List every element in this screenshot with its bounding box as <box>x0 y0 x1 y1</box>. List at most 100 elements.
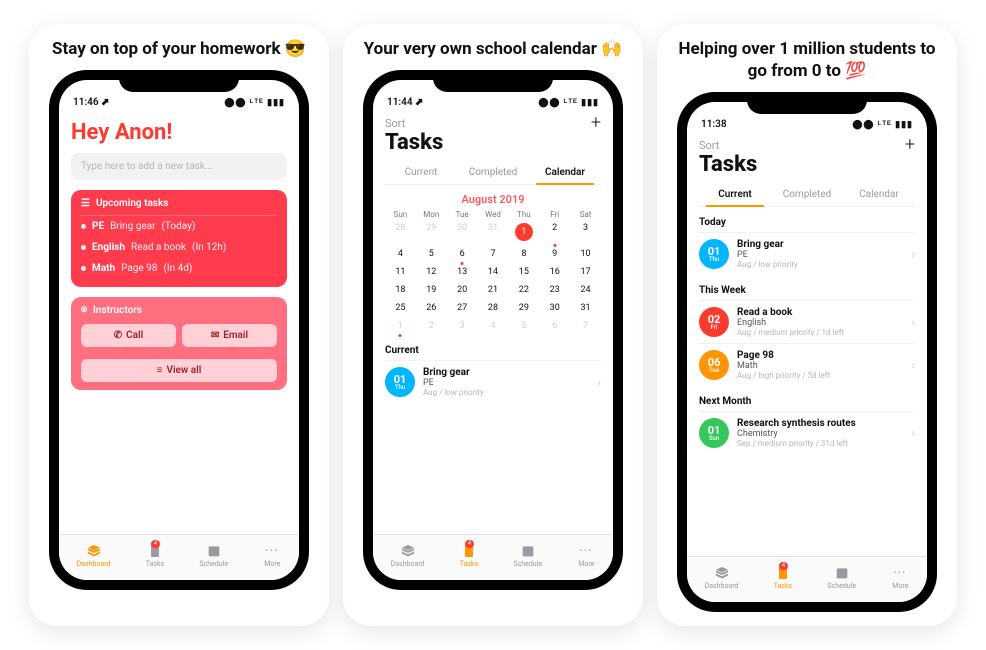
task-row[interactable]: 01SunResearch synthesis routesChemistryS… <box>699 411 915 454</box>
calendar-day[interactable]: 31 <box>570 299 601 317</box>
tab-dashboard[interactable]: Dashboard <box>391 543 425 568</box>
tab-more[interactable]: ••• More <box>577 543 595 568</box>
task-row[interactable]: 02FriRead a bookEnglishAug / medium prio… <box>699 300 915 343</box>
calendar-day[interactable]: 9 <box>539 245 570 263</box>
calendar-day[interactable]: 6 <box>447 245 478 263</box>
subtab-completed[interactable]: Completed <box>771 183 843 206</box>
calendar-day[interactable]: 3 <box>570 219 601 245</box>
headline: Helping over 1 million students to go fr… <box>657 24 957 88</box>
calendar-day[interactable]: 26 <box>416 299 447 317</box>
calendar-day[interactable]: 18 <box>385 281 416 299</box>
tab-tasks[interactable]: 4 Tasks <box>774 565 792 590</box>
calendar-day[interactable]: 29 <box>508 299 539 317</box>
tab-tasks[interactable]: 4 Tasks <box>146 543 164 568</box>
task-text: Read a book <box>131 242 186 253</box>
add-button[interactable]: + <box>591 116 601 130</box>
calendar-day[interactable]: 5 <box>416 245 447 263</box>
calendar-day[interactable]: 24 <box>570 281 601 299</box>
calendar-day[interactable]: 20 <box>447 281 478 299</box>
instructors-panel: ⍟ Instructors ✆ Call ✉ Email <box>71 297 287 390</box>
tab-label: Schedule <box>513 560 542 568</box>
dow-label: Sat <box>570 210 601 219</box>
subtab-current[interactable]: Current <box>699 183 771 206</box>
tab-schedule[interactable]: Schedule <box>827 565 856 590</box>
status-time: 11:38 <box>701 119 727 130</box>
upcoming-task[interactable]: English Read a book (In 12h) <box>81 237 277 258</box>
add-button[interactable]: + <box>905 138 915 152</box>
bullet-icon <box>81 224 86 229</box>
calendar-day[interactable]: 28 <box>385 219 416 245</box>
tab-schedule[interactable]: Schedule <box>513 543 542 568</box>
calendar-day[interactable]: 17 <box>570 263 601 281</box>
calendar-day[interactable]: 10 <box>570 245 601 263</box>
subtab-calendar[interactable]: Calendar <box>843 183 915 206</box>
subtab-current[interactable]: Current <box>385 161 457 184</box>
sort-button[interactable]: Sort <box>385 117 405 130</box>
calendar-day[interactable]: 28 <box>478 299 509 317</box>
status-signal: ⬤⬤ ᴸᵀᴱ ▮▮▮ <box>852 119 913 130</box>
calendar-day[interactable]: 12 <box>416 263 447 281</box>
tab-tasks[interactable]: 4 Tasks <box>460 543 478 568</box>
calendar-grid[interactable]: 2829303112345678910111213141516171819202… <box>385 219 601 335</box>
upcoming-task[interactable]: Math Page 98 (In 4d) <box>81 258 277 279</box>
tab-more[interactable]: ••• More <box>263 543 281 568</box>
phone-frame: 11:38 ⬤⬤ ᴸᵀᴱ ▮▮▮ Sort + Tasks Current Co… <box>677 92 937 612</box>
dow-label: Sun <box>385 210 416 219</box>
calendar-day[interactable]: 31 <box>478 219 509 245</box>
badge: 4 <box>465 540 474 548</box>
calendar-day[interactable]: 1 <box>508 219 539 245</box>
section-label: Next Month <box>699 396 915 407</box>
calendar-day[interactable]: 30 <box>539 299 570 317</box>
upcoming-task[interactable]: PE Bring gear (Today) <box>81 216 277 237</box>
tab-dashboard[interactable]: Dashboard <box>705 565 739 590</box>
calendar-day[interactable]: 5 <box>508 317 539 335</box>
calendar-day[interactable]: 7 <box>478 245 509 263</box>
greeting: Hey Anon! <box>71 120 287 145</box>
tab-more[interactable]: ••• More <box>891 565 909 590</box>
calendar-day[interactable]: 16 <box>539 263 570 281</box>
tab-label: Tasks <box>146 560 164 568</box>
sort-button[interactable]: Sort <box>699 139 719 152</box>
tab-label: Schedule <box>827 582 856 590</box>
task-meta: Sep / medium priority / 31d left <box>737 439 903 448</box>
calendar-day[interactable]: 3 <box>447 317 478 335</box>
list-icon: ≡ <box>157 365 163 376</box>
calendar-day[interactable]: 1 <box>385 317 416 335</box>
calendar-day[interactable]: 29 <box>416 219 447 245</box>
tab-schedule[interactable]: Schedule <box>199 543 228 568</box>
call-button[interactable]: ✆ Call <box>81 324 176 347</box>
calendar-day[interactable]: 8 <box>508 245 539 263</box>
chevron-right-icon: › <box>911 358 915 372</box>
button-label: Email <box>223 330 248 341</box>
day-label: Thu <box>395 385 405 391</box>
calendar-day[interactable]: 4 <box>478 317 509 335</box>
tab-dashboard[interactable]: Dashboard <box>77 543 111 568</box>
calendar-day[interactable]: 30 <box>447 219 478 245</box>
calendar-day[interactable]: 2 <box>539 219 570 245</box>
calendar-day[interactable]: 19 <box>416 281 447 299</box>
email-button[interactable]: ✉ Email <box>182 324 277 347</box>
calendar-day[interactable]: 13 <box>447 263 478 281</box>
calendar-day[interactable]: 22 <box>508 281 539 299</box>
task-row[interactable]: 01 Thu Bring gear PE Aug / low priority … <box>385 360 601 403</box>
calendar-day[interactable]: 4 <box>385 245 416 263</box>
calendar-day[interactable]: 23 <box>539 281 570 299</box>
calendar-day[interactable]: 21 <box>478 281 509 299</box>
new-task-input[interactable]: Type here to add a new task... <box>71 153 287 180</box>
calendar-day[interactable]: 25 <box>385 299 416 317</box>
subtab-completed[interactable]: Completed <box>457 161 529 184</box>
viewall-button[interactable]: ≡ View all <box>81 359 277 382</box>
calendar-day[interactable]: 6 <box>539 317 570 335</box>
phone-frame: 11:46 ⬈ ⬤⬤ ᴸᵀᴱ ▮▮▮ Hey Anon! Type here t… <box>49 70 309 590</box>
task-row[interactable]: 01ThuBring gearPEAug / low priority› <box>699 232 915 275</box>
chevron-right-icon: › <box>597 375 601 389</box>
calendar-day[interactable]: 7 <box>570 317 601 335</box>
calendar-day[interactable]: 2 <box>416 317 447 335</box>
task-row[interactable]: 06TuePage 98MathAug / high priority / 5d… <box>699 343 915 386</box>
subtab-calendar[interactable]: Calendar <box>529 161 601 184</box>
calendar-day[interactable]: 15 <box>508 263 539 281</box>
calendar-day[interactable]: 27 <box>447 299 478 317</box>
phone-icon: ✆ <box>114 330 122 341</box>
calendar-day[interactable]: 11 <box>385 263 416 281</box>
calendar-day[interactable]: 14 <box>478 263 509 281</box>
